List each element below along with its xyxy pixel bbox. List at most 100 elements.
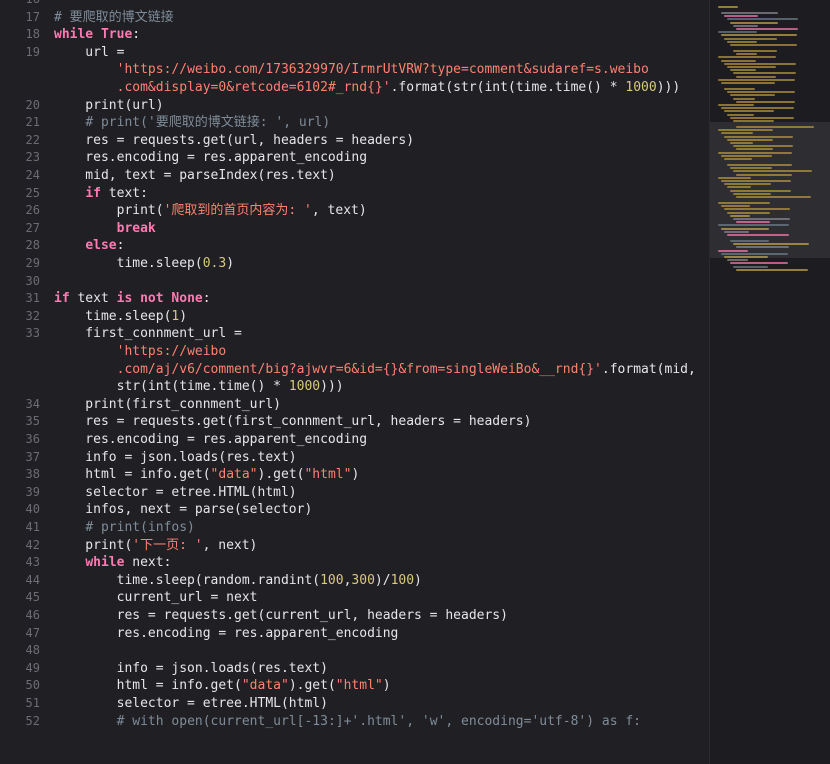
code-token: .com&display=0&retcode=6102#_rnd{}' bbox=[116, 80, 391, 95]
code-line[interactable]: 'https://weibo bbox=[54, 343, 227, 361]
minimap-line bbox=[724, 158, 752, 160]
minimap-line bbox=[718, 78, 795, 81]
code-token: current_url = next bbox=[54, 590, 258, 606]
code-editor[interactable]: 1617 18 19 20 21 22 23 24 25 26 27 28 29 30 31 32 33 34 35… bbox=[0, 0, 830, 764]
code-line[interactable]: url = bbox=[54, 44, 124, 62]
minimap-line bbox=[733, 243, 809, 246]
code-token: time.sleep( bbox=[54, 256, 203, 271]
code-line[interactable]: res.encoding = res.apparent_encoding bbox=[54, 149, 367, 167]
minimap-line bbox=[730, 214, 750, 217]
code-token: print( bbox=[54, 203, 164, 219]
code-token: print(url) bbox=[54, 97, 164, 113]
code-line[interactable]: time.sleep(0.3) bbox=[54, 255, 234, 273]
code-line[interactable]: res = requests.get(current_url, headers … bbox=[54, 607, 508, 625]
code-line[interactable]: # 要爬取的博文链接 bbox=[54, 9, 174, 27]
code-line[interactable]: first_connment_url = bbox=[54, 325, 242, 343]
minimap-line bbox=[718, 56, 776, 59]
code-line[interactable]: res = requests.get(url, headers = header… bbox=[54, 132, 414, 150]
code-token: ))) bbox=[320, 379, 344, 395]
minimap-line bbox=[733, 50, 777, 52]
line-number: 50 bbox=[25, 678, 40, 693]
code-token: # print(infos) bbox=[85, 520, 195, 535]
code-token: , text) bbox=[311, 203, 367, 219]
code-line[interactable]: 'https://weibo.com/1736329970/IrmrUtVRW?… bbox=[54, 61, 649, 79]
minimap-line bbox=[727, 40, 757, 43]
line-number: 31 bbox=[25, 291, 40, 306]
code-line[interactable]: .com&display=0&retcode=6102#_rnd{}'.form… bbox=[54, 79, 681, 97]
code-token: 100 bbox=[320, 572, 344, 588]
line-number: 36 bbox=[25, 432, 40, 446]
code-token: info = json.loads(res.text) bbox=[54, 660, 328, 676]
code-line[interactable]: str(int(time.time() * 1000))) bbox=[54, 378, 344, 396]
code-line[interactable]: res.encoding = res.apparent_encoding bbox=[54, 431, 367, 449]
code-token: ) bbox=[382, 678, 391, 694]
code-token: text bbox=[69, 291, 117, 307]
code-token: is not None bbox=[116, 291, 203, 307]
code-line[interactable]: selector = etree.HTML(html) bbox=[54, 484, 297, 502]
code-line[interactable]: mid, text = parseIndex(res.text) bbox=[54, 167, 335, 185]
minimap-line bbox=[730, 116, 794, 119]
minimap-line bbox=[730, 262, 788, 265]
code-line[interactable]: time.sleep(1) bbox=[54, 308, 187, 326]
code-line[interactable]: # with open(current_url[-13:]+'.html', '… bbox=[54, 713, 641, 731]
minimap-line bbox=[721, 252, 788, 255]
code-token: .format(str(int(time.time() * bbox=[390, 80, 626, 95]
code-line[interactable]: html = info.get("data").get("html") bbox=[54, 466, 359, 484]
line-number: 34 bbox=[25, 396, 40, 411]
code-line[interactable]: print(first_connment_url) bbox=[54, 396, 281, 414]
minimap-line bbox=[736, 126, 814, 128]
line-number: 49 bbox=[25, 660, 40, 675]
line-number: 29 bbox=[25, 256, 40, 270]
code-line[interactable]: time.sleep(random.randint(100,300)/100) bbox=[54, 572, 422, 590]
code-line[interactable]: current_url = next bbox=[54, 589, 258, 607]
code-line[interactable]: info = json.loads(res.text) bbox=[54, 660, 328, 678]
code-token: info = json.loads(res.text) bbox=[54, 449, 297, 465]
line-number bbox=[0, 361, 40, 379]
code-line[interactable]: if text is not None: bbox=[54, 290, 211, 308]
minimap-line bbox=[730, 44, 797, 46]
minimap-line bbox=[736, 53, 757, 56]
code-line[interactable]: else: bbox=[54, 237, 124, 255]
code-line[interactable]: # print('要爬取的博文链接: ', url) bbox=[54, 114, 330, 132]
minimap[interactable] bbox=[709, 0, 830, 764]
line-number: 23 bbox=[25, 150, 40, 165]
code-token: infos, next = parse(selector) bbox=[54, 502, 313, 518]
code-line[interactable]: # print(infos) bbox=[54, 519, 195, 537]
code-line[interactable]: .com/aj/v6/comment/big?ajwvr=6&id={}&fro… bbox=[54, 361, 696, 379]
minimap-line bbox=[730, 94, 775, 97]
code-line[interactable]: print('爬取到的首页内容为: ', text) bbox=[54, 202, 367, 220]
minimap-line bbox=[721, 34, 797, 37]
code-line[interactable]: html = info.get("data").get("html") bbox=[54, 677, 391, 695]
code-token: time.sleep( bbox=[54, 308, 172, 324]
minimap-line bbox=[727, 91, 795, 94]
code-line[interactable]: while True: bbox=[54, 26, 140, 44]
minimap-line bbox=[721, 82, 775, 84]
code-line[interactable]: print('下一页: ', next) bbox=[54, 537, 257, 555]
line-number: 38 bbox=[25, 467, 40, 482]
code-line[interactable]: infos, next = parse(selector) bbox=[54, 501, 312, 519]
minimap-line bbox=[736, 221, 770, 224]
minimap-line bbox=[736, 196, 811, 198]
code-line[interactable]: while next: bbox=[54, 554, 171, 572]
code-line[interactable]: break bbox=[54, 220, 156, 238]
code-line[interactable]: print(url) bbox=[54, 97, 164, 115]
code-token: selector = etree.HTML(html) bbox=[54, 696, 328, 711]
line-number: 46 bbox=[25, 608, 40, 622]
code-token: # with open(current_url[-13:]+'.html', '… bbox=[116, 713, 642, 729]
code-token: selector = etree.HTML(html) bbox=[54, 484, 297, 500]
minimap-line bbox=[724, 135, 793, 138]
code-line[interactable]: info = json.loads(res.text) bbox=[54, 449, 297, 467]
code-token: res.encoding = res.apparent_encoding bbox=[54, 150, 368, 166]
minimap-line bbox=[718, 6, 738, 8]
code-line[interactable]: res.encoding = res.apparent_encoding bbox=[54, 625, 399, 643]
code-line[interactable]: selector = etree.HTML(html) bbox=[54, 695, 328, 713]
line-number: 44 bbox=[25, 572, 40, 587]
code-token: next: bbox=[124, 555, 172, 571]
code-line[interactable]: res = requests.get(first_connment_url, h… bbox=[54, 413, 531, 431]
code-line[interactable]: if text: bbox=[54, 185, 148, 203]
line-number: 32 bbox=[25, 308, 40, 323]
